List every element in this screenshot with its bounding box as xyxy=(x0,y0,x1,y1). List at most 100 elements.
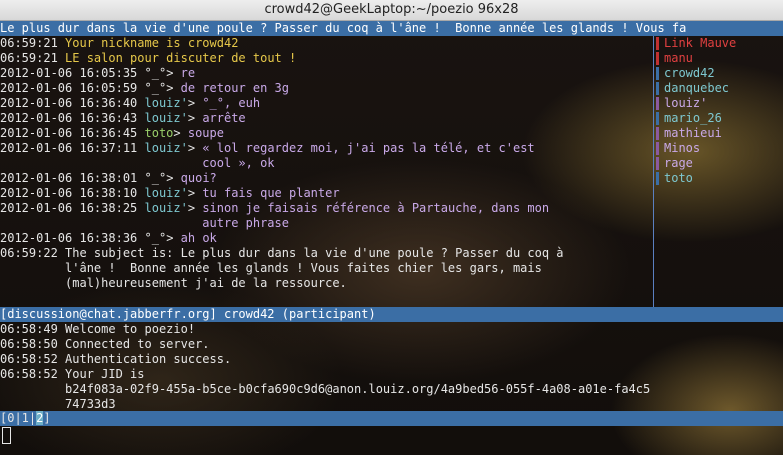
message-text: l'âne ! Bonne année les glands ! Vous fa… xyxy=(0,261,542,275)
message-row: 2012-01-06 16:05:59 °_°> de retour en 3g xyxy=(0,81,650,96)
message-nick: louiz' xyxy=(144,96,188,110)
user-name: manu xyxy=(664,51,693,65)
message-continuation: l'âne ! Bonne année les glands ! Vous fa… xyxy=(0,261,650,276)
message-separator: > xyxy=(187,186,203,200)
message-nick: °_° xyxy=(144,66,167,80)
status-marker xyxy=(656,127,659,140)
message-continuation: autre phrase xyxy=(0,216,650,231)
message-timestamp: 2012-01-06 16:38:10 xyxy=(0,186,145,200)
message-nick: °_° xyxy=(144,81,167,95)
message-row: 2012-01-06 16:36:43 louiz'> arrête xyxy=(0,111,650,126)
user-list-item[interactable]: toto xyxy=(656,171,783,186)
user-list-item[interactable]: Link Mauve xyxy=(656,36,783,51)
message-separator: > xyxy=(187,96,203,110)
message-row: 2012-01-06 16:36:45 toto> soupe xyxy=(0,126,650,141)
info-timestamp xyxy=(0,382,65,396)
message-text: quoi? xyxy=(180,171,217,185)
user-list-item[interactable]: manu xyxy=(656,51,783,66)
message-timestamp: 2012-01-06 16:38:36 xyxy=(0,231,145,245)
terminal-area[interactable]: Le plus dur dans la vie d'une poule ? Pa… xyxy=(0,21,783,455)
info-timestamp: 06:58:50 xyxy=(0,337,66,351)
message-timestamp: 2012-01-06 16:37:11 xyxy=(0,141,145,155)
status-marker xyxy=(656,97,659,110)
message-separator: > xyxy=(166,81,181,95)
info-timestamp xyxy=(0,397,65,411)
info-timestamp: 06:58:49 xyxy=(0,322,66,336)
message-nick: louiz' xyxy=(144,186,188,200)
message-separator: > xyxy=(166,171,181,185)
message-timestamp: 2012-01-06 16:38:01 xyxy=(0,171,145,185)
message-row: 06:59:21 LE salon pour discuter de tout … xyxy=(0,51,650,66)
roster-separator xyxy=(653,36,654,313)
user-list-item[interactable]: mathieui xyxy=(656,126,783,141)
info-message: b24f083a-02f9-455a-b5ce-b0cfa690c9d6@ano… xyxy=(0,382,783,397)
message-nick: louiz' xyxy=(144,111,188,125)
user-list-item[interactable]: rage xyxy=(656,156,783,171)
message-nick: toto xyxy=(144,126,174,140)
message-separator: > xyxy=(166,231,181,245)
info-text: 74733d3 xyxy=(65,397,116,411)
message-text: LE salon pour discuter de tout ! xyxy=(65,51,297,65)
tab-list-suffix: ] xyxy=(43,411,51,425)
user-name: rage xyxy=(664,156,693,170)
status-marker xyxy=(656,52,659,65)
input-cursor[interactable] xyxy=(2,427,11,444)
message-nick: °_° xyxy=(144,171,167,185)
message-text: de retour en 3g xyxy=(180,81,290,95)
message-highlight: crowd42 xyxy=(187,36,239,50)
message-separator: > xyxy=(166,66,181,80)
status-marker xyxy=(656,67,659,80)
user-name: mario_26 xyxy=(664,111,722,125)
message-row: 06:59:21 Your nickname is crowd42 xyxy=(0,36,650,51)
user-name: danquebec xyxy=(664,81,730,95)
message-row: 2012-01-06 16:38:36 °_°> ah ok xyxy=(0,231,650,246)
user-list-item[interactable]: danquebec xyxy=(656,81,783,96)
status-marker xyxy=(656,157,659,170)
status-marker xyxy=(656,37,659,50)
message-text: arrête xyxy=(202,111,246,125)
user-list-item[interactable]: crowd42 xyxy=(656,66,783,81)
message-separator: > xyxy=(187,111,203,125)
info-message: 74733d3 xyxy=(0,397,783,412)
user-name: Minos xyxy=(664,141,701,155)
message-text: Your nickname is xyxy=(65,36,188,50)
user-list: Link Mauve manu crowd42 danquebec louiz' mari… xyxy=(656,36,783,186)
message-timestamp: 2012-01-06 16:36:43 xyxy=(0,111,145,125)
info-text: Your JID is xyxy=(65,367,145,381)
user-list-item[interactable]: mario_26 xyxy=(656,111,783,126)
message-row: 2012-01-06 16:38:10 louiz'> tu fais que … xyxy=(0,186,650,201)
message-nick: louiz' xyxy=(144,141,188,155)
user-list-item[interactable]: louiz' xyxy=(656,96,783,111)
message-row: 2012-01-06 16:38:25 louiz'> sinon je fai… xyxy=(0,201,650,216)
info-timestamp: 06:58:52 xyxy=(0,352,66,366)
info-message: 06:58:52 Authentication success. xyxy=(0,352,783,367)
title-bar: crowd42@GeekLaptop:~/poezio 96x28 xyxy=(0,0,783,21)
window-title: crowd42@GeekLaptop:~/poezio 96x28 xyxy=(264,2,519,17)
message-row: 2012-01-06 16:38:01 °_°> quoi? xyxy=(0,171,650,186)
message-row: 2012-01-06 16:36:40 louiz'> °_°, euh xyxy=(0,96,650,111)
message-text: autre phrase xyxy=(0,216,289,230)
tab-list-prefix[interactable]: [0|1| xyxy=(0,411,36,425)
message-text: re xyxy=(180,66,196,80)
message-separator: > xyxy=(187,201,203,215)
info-timestamp: 06:58:52 xyxy=(0,367,66,381)
message-timestamp: 2012-01-06 16:05:35 xyxy=(0,66,145,80)
message-row: 06:59:22 The subject is: Le plus dur dan… xyxy=(0,246,650,261)
message-text: tu fais que planter xyxy=(202,186,340,200)
status-marker xyxy=(656,112,659,125)
user-list-item[interactable]: Minos xyxy=(656,141,783,156)
info-bar: [discussion@chat.jabberfr.org] crowd42 (… xyxy=(0,307,783,322)
message-text: cool », ok xyxy=(0,156,275,170)
message-text: ah ok xyxy=(180,231,217,245)
message-timestamp: 06:59:21 xyxy=(0,51,66,65)
info-text: Connected to server. xyxy=(65,337,210,351)
info-text: b24f083a-02f9-455a-b5ce-b0cfa690c9d6@ano… xyxy=(65,382,651,396)
message-continuation: (mal)heureusement j'ai de la ressource. xyxy=(0,276,650,291)
tab-bar: [0|1|2] xyxy=(0,411,783,426)
message-separator: > xyxy=(173,126,188,140)
message-text: (mal)heureusement j'ai de la ressource. xyxy=(0,276,347,290)
terminal-window: crowd42@GeekLaptop:~/poezio 96x28 Le plu… xyxy=(0,0,783,455)
message-row: 2012-01-06 16:37:11 louiz'> « lol regard… xyxy=(0,141,650,156)
user-name: toto xyxy=(664,171,693,185)
status-marker xyxy=(656,172,659,185)
